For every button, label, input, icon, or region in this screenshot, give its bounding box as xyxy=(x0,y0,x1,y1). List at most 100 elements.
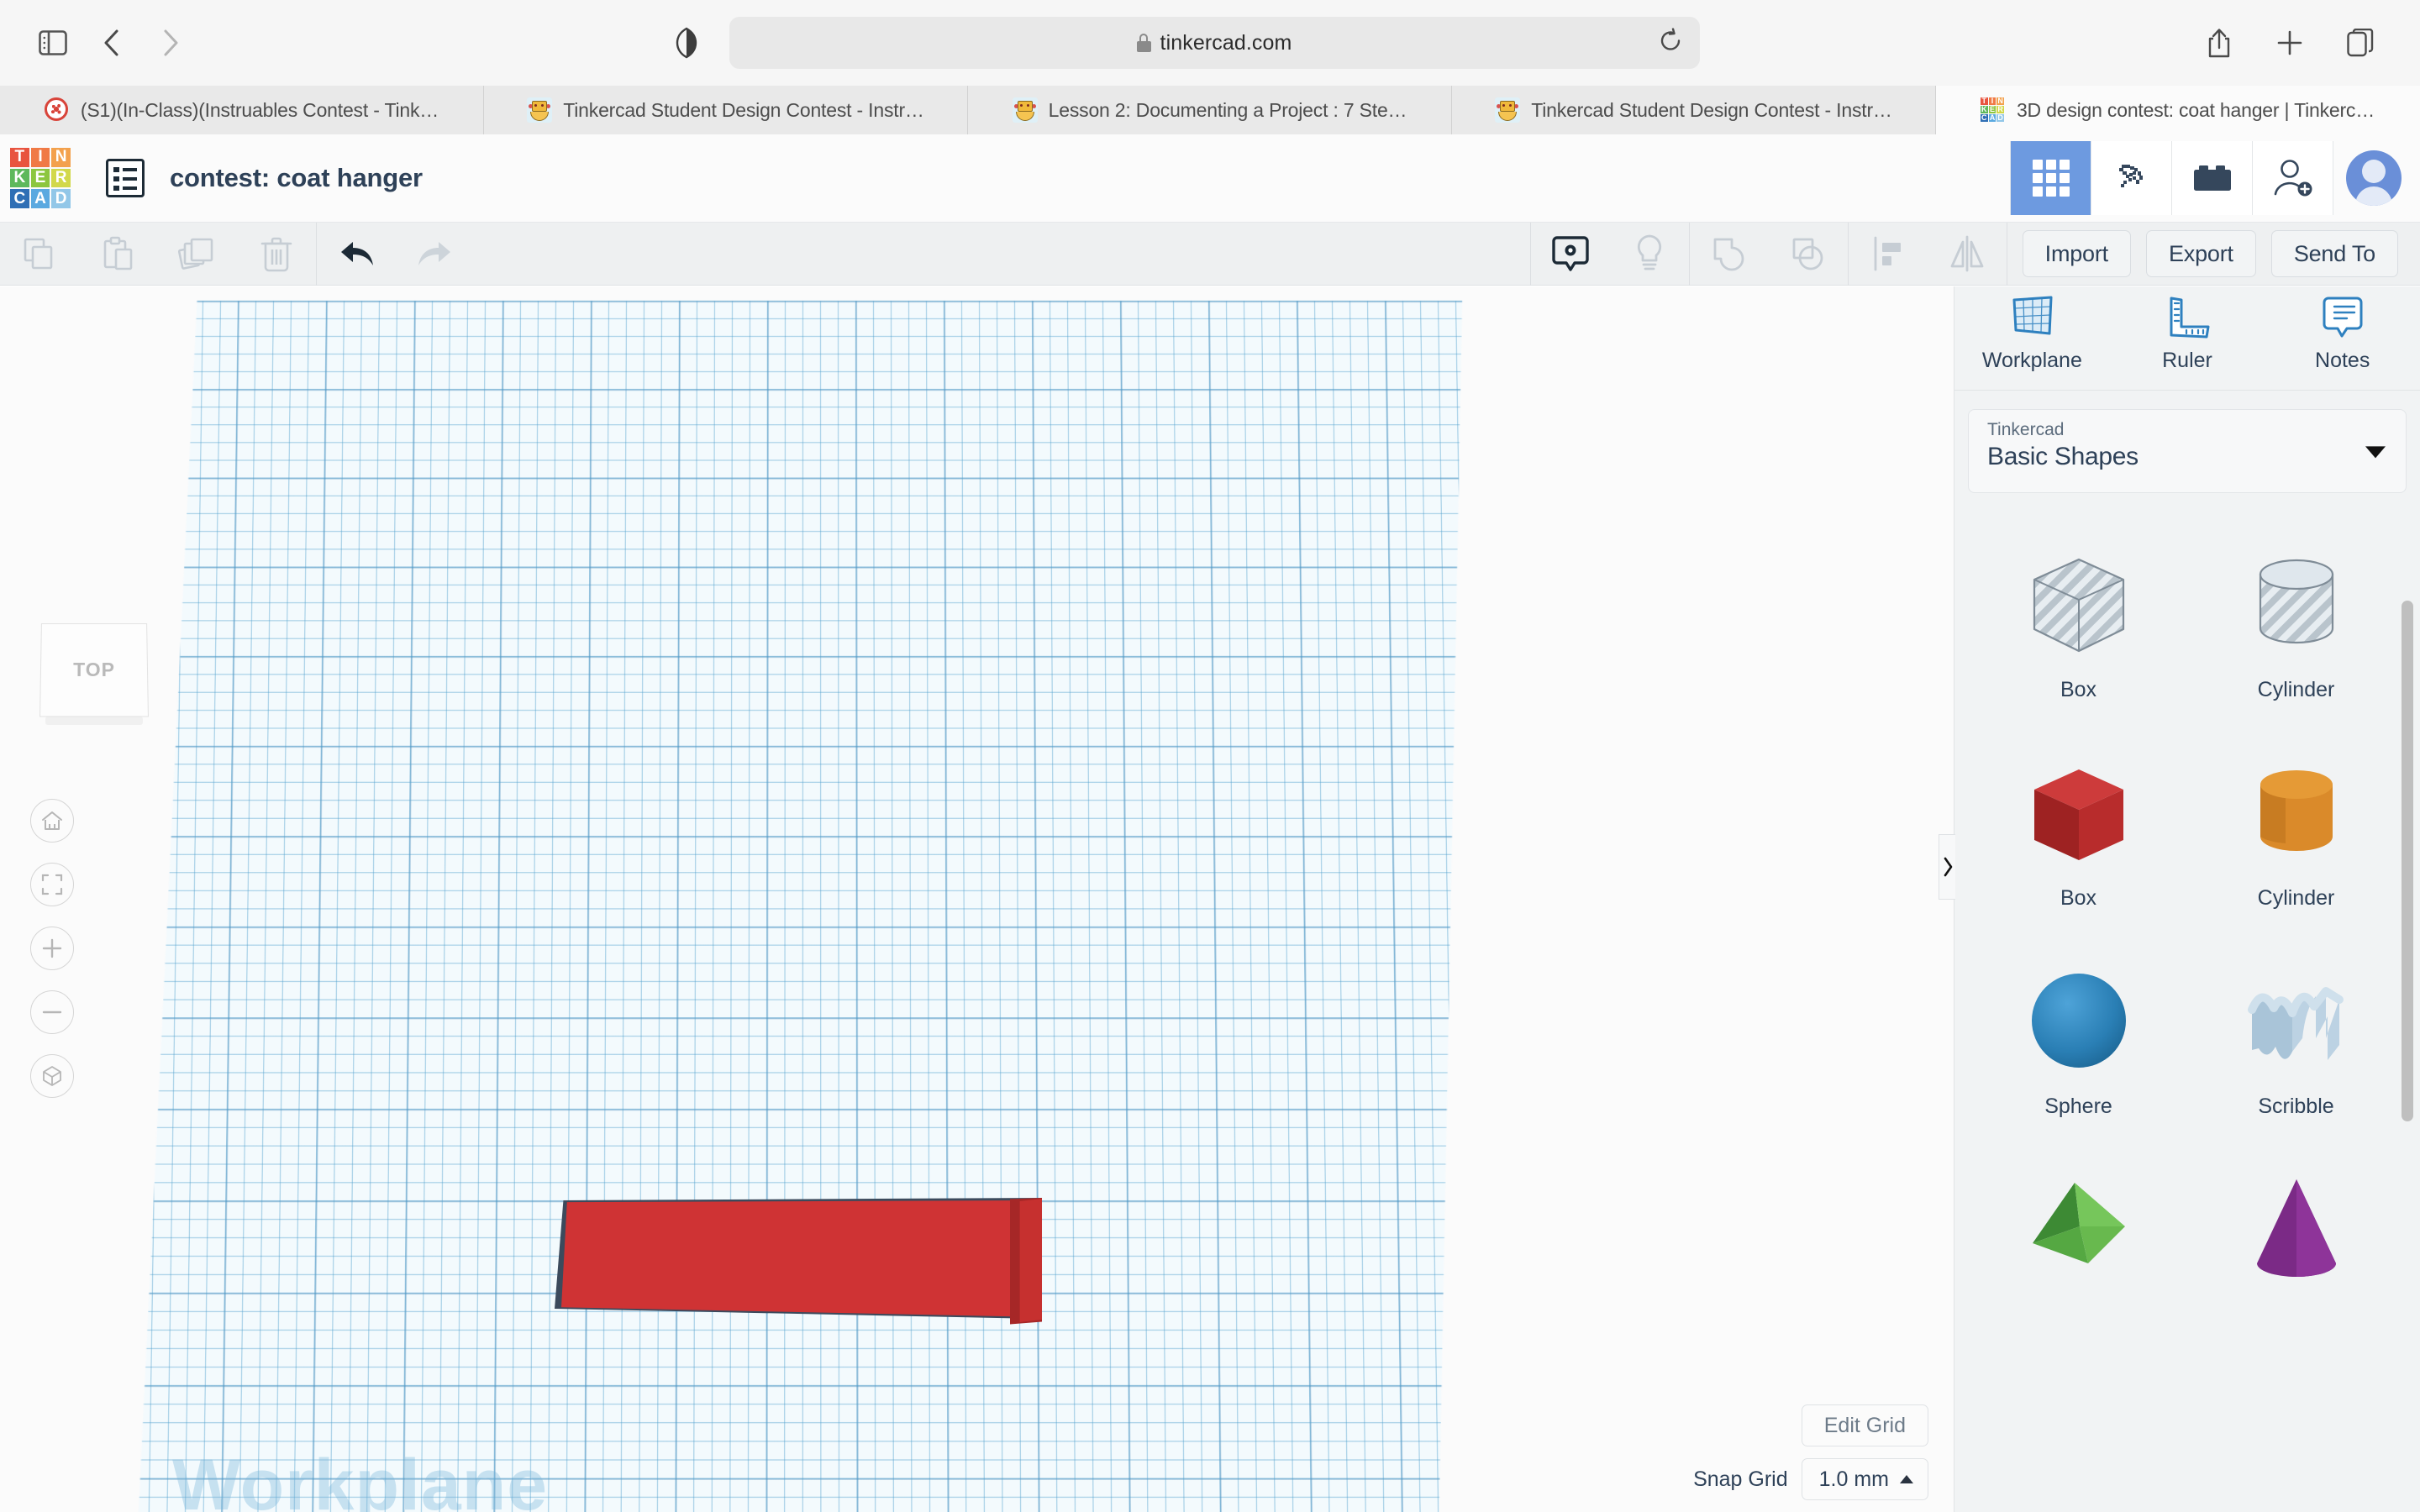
tab-title: (S1)(In-Class)(Instruables Contest - Tin… xyxy=(80,98,439,121)
shape-item[interactable] xyxy=(2187,1157,2405,1365)
browser-tab[interactable]: Tinkercad Student Design Contest - Instr… xyxy=(484,86,968,134)
sidebar-icon[interactable] xyxy=(25,15,81,71)
undo-icon[interactable] xyxy=(317,223,396,286)
privacy-shield-icon[interactable] xyxy=(666,22,708,64)
reload-icon[interactable] xyxy=(1658,28,1683,58)
logo-tile-e: E xyxy=(30,168,50,188)
hint-lightbulb-icon[interactable] xyxy=(1610,223,1689,286)
tinkercad-logo[interactable]: TIN KER CAD xyxy=(10,148,71,208)
snap-grid-select[interactable]: 1.0 mm xyxy=(1801,1458,1928,1500)
shape-item[interactable]: Box xyxy=(1970,532,2187,740)
shape-label: Box xyxy=(2060,678,2097,701)
blocks-grid-icon[interactable] xyxy=(2010,141,2091,215)
copy-icon[interactable] xyxy=(0,223,79,286)
zoom-out-icon[interactable] xyxy=(30,990,74,1034)
address-bar[interactable]: tinkercad.com xyxy=(729,17,1700,69)
browser-tab-active[interactable]: TINKERCAD 3D design contest: coat hanger… xyxy=(1936,86,2420,134)
shape-label: Box xyxy=(2060,886,2097,910)
caret-down-icon xyxy=(2365,446,2386,459)
send-to-button[interactable]: Send To xyxy=(2270,230,2398,277)
instructables-robot-icon xyxy=(1495,97,1521,123)
export-button[interactable]: Export xyxy=(2145,230,2256,277)
minecraft-pickaxe-icon[interactable] xyxy=(2091,141,2171,215)
instructables-robot-icon xyxy=(1012,97,1038,123)
align-icon[interactable] xyxy=(1849,223,1928,286)
mini-logo-tile-d: D xyxy=(1996,113,2004,122)
fit-to-view-icon[interactable] xyxy=(30,863,74,906)
plus-icon[interactable] xyxy=(2262,15,2317,71)
green-pyramid-art xyxy=(2016,1157,2142,1301)
shape-gallery: Box Cylinder Box Cylinder Sphere Scribbl… xyxy=(1954,503,2420,1512)
browser-tab[interactable]: Lesson 2: Documenting a Project : 7 Ste… xyxy=(968,86,1452,134)
chevron-right-icon xyxy=(1944,857,1952,877)
shape-item[interactable]: Scribble xyxy=(2187,948,2405,1157)
tab-title: 3D design contest: coat hanger | Tinkerc… xyxy=(2016,98,2375,121)
shape-item[interactable]: Cylinder xyxy=(2187,532,2405,740)
show-hide-eye-icon[interactable] xyxy=(1531,223,1610,286)
mini-logo-tile-c: C xyxy=(1980,113,1988,122)
paste-icon[interactable] xyxy=(79,223,158,286)
tool-ruler[interactable]: Ruler xyxy=(2110,293,2265,390)
avatar[interactable] xyxy=(2333,141,2413,215)
tool-label: Workplane xyxy=(1981,349,2082,372)
duplicate-icon[interactable] xyxy=(158,223,237,286)
chevron-right-icon[interactable] xyxy=(143,15,198,71)
browser-tab[interactable]: Tinkercad Student Design Contest - Instr… xyxy=(1452,86,1936,134)
shape-item[interactable]: Cylinder xyxy=(2187,740,2405,948)
shape-label: Scribble xyxy=(2258,1095,2334,1118)
canvas-nav-buttons xyxy=(30,799,74,1098)
shape-item[interactable]: Sphere xyxy=(1970,948,2187,1157)
browser-tabstrip: (S1)(In-Class)(Instruables Contest - Tin… xyxy=(0,86,2420,134)
lego-brick-icon[interactable] xyxy=(2171,141,2252,215)
design-canvas[interactable]: Workplane TOP Edit Grid Snap Grid 1.0 mm xyxy=(0,286,1954,1512)
snap-grid-value: 1.0 mm xyxy=(1818,1467,1889,1491)
browser-tab[interactable]: (S1)(In-Class)(Instruables Contest - Tin… xyxy=(0,86,484,134)
canvas-icon xyxy=(44,97,70,123)
tab-title: Tinkercad Student Design Contest - Instr… xyxy=(563,98,924,121)
view-cube[interactable]: TOP xyxy=(39,622,149,725)
tool-notes[interactable]: Notes xyxy=(2265,293,2420,390)
red-box-shape[interactable] xyxy=(555,1198,1042,1332)
document-list-icon[interactable] xyxy=(106,159,145,197)
delete-trash-icon[interactable] xyxy=(237,223,316,286)
redo-icon[interactable] xyxy=(396,223,475,286)
shape-label: Cylinder xyxy=(2257,886,2335,910)
app-header: TIN KER CAD contest: coat hanger xyxy=(0,134,2420,223)
home-view-icon[interactable] xyxy=(30,799,74,843)
mirror-icon[interactable] xyxy=(1928,223,2007,286)
clipboard-group xyxy=(0,223,316,286)
panel-tools: Workplane Ruler Notes xyxy=(1954,286,2420,391)
logo-tile-r: R xyxy=(51,168,71,188)
edit-grid-button[interactable]: Edit Grid xyxy=(1801,1404,1928,1446)
ungroup-icon[interactable] xyxy=(1769,223,1848,286)
tool-label: Notes xyxy=(2315,349,2370,372)
logo-tile-i: I xyxy=(30,148,50,167)
url-content: tinkercad.com xyxy=(1136,31,1292,55)
add-person-icon[interactable] xyxy=(2252,141,2333,215)
workplane-grid-icon xyxy=(2012,296,2053,335)
hole-cylinder-art xyxy=(2233,532,2360,676)
copy-tabs-icon[interactable] xyxy=(2333,15,2388,71)
panel-collapse-handle[interactable] xyxy=(1939,834,1955,900)
chevron-left-icon[interactable] xyxy=(84,15,139,71)
mini-logo-tile-n: N xyxy=(1996,97,2004,105)
group-icon[interactable] xyxy=(1690,223,1769,286)
orthographic-toggle-icon[interactable] xyxy=(30,1054,74,1098)
ruler-icon xyxy=(2170,297,2210,339)
red-box-art xyxy=(2016,740,2142,885)
share-icon[interactable] xyxy=(2191,15,2247,71)
import-button[interactable]: Import xyxy=(2022,230,2131,277)
shape-item[interactable]: Box xyxy=(1970,740,2187,948)
zoom-in-icon[interactable] xyxy=(30,927,74,970)
tool-workplane[interactable]: Workplane xyxy=(1954,293,2110,390)
page-title: contest: coat hanger xyxy=(170,163,423,192)
panel-scrollbar[interactable] xyxy=(2402,601,2413,1121)
shape-library-select[interactable]: Tinkercad Basic Shapes xyxy=(1968,409,2407,493)
tab-title: Tinkercad Student Design Contest - Instr… xyxy=(1531,98,1892,121)
mini-logo-tile-e: E xyxy=(1988,105,1996,113)
mini-logo-tile-k: K xyxy=(1980,105,1988,113)
snap-grid-row: Snap Grid 1.0 mm xyxy=(1693,1458,1928,1500)
logo-tile-k: K xyxy=(10,168,29,188)
shape-item[interactable] xyxy=(1970,1157,2187,1365)
view-group xyxy=(1531,223,1689,286)
